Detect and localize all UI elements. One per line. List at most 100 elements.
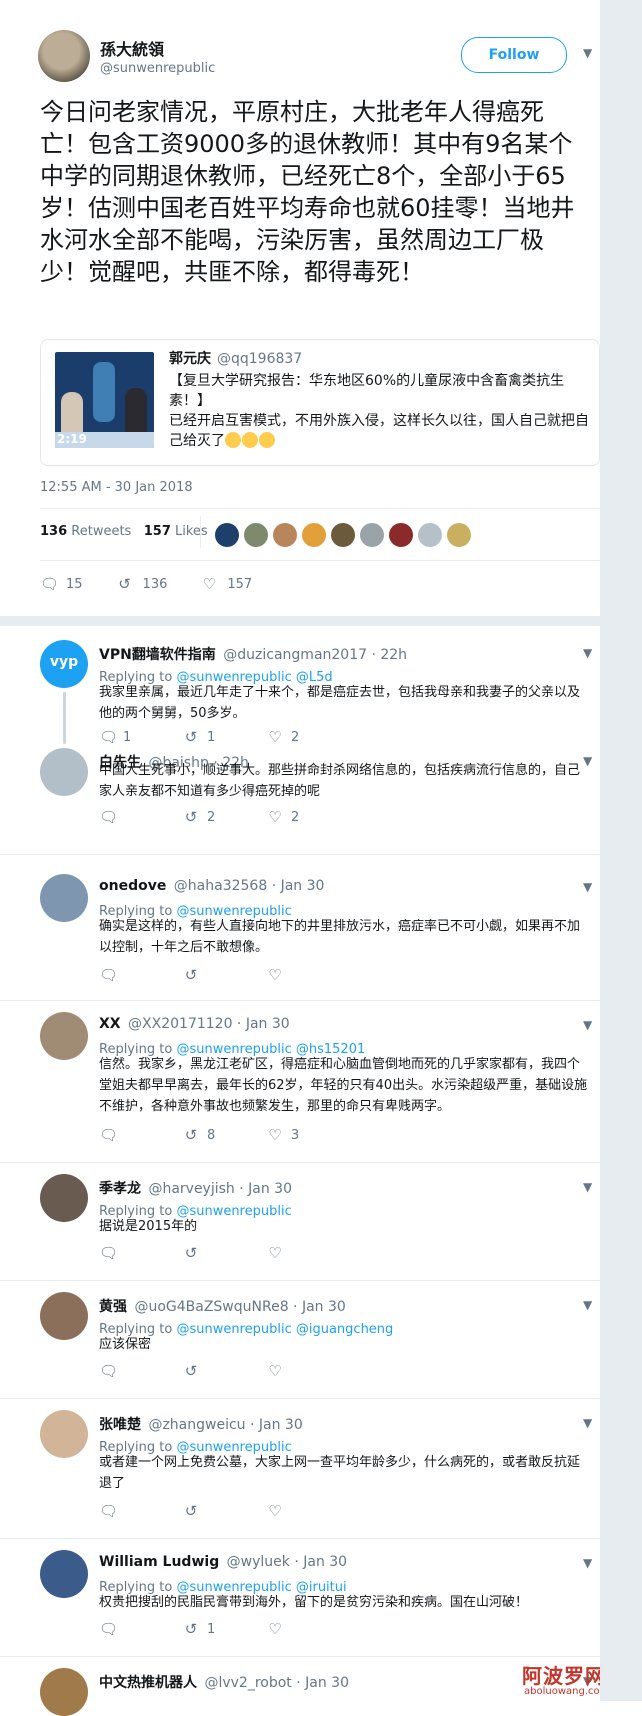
reply-action[interactable]: 🗨 15	[40, 575, 83, 593]
reply-author-handle[interactable]: @wyluek · Jan 30	[227, 1554, 347, 1570]
like-action[interactable]: ♡	[267, 1502, 351, 1520]
heart-icon: ♡	[268, 1244, 282, 1262]
reply-author-name[interactable]: XX	[99, 1016, 121, 1032]
reply-author-handle[interactable]: @zhangweicu · Jan 30	[148, 1417, 302, 1433]
chevron-down-icon[interactable]: ▼	[583, 1416, 592, 1430]
chevron-down-icon[interactable]: ▼	[583, 880, 592, 894]
liker-avatar[interactable]	[418, 523, 442, 547]
reply-avatar[interactable]	[40, 1550, 88, 1598]
retweet-icon: ↺	[184, 966, 198, 984]
chevron-down-icon[interactable]: ▼	[583, 1018, 592, 1032]
retweet-action[interactable]: ↺ 2	[183, 808, 267, 826]
author-avatar[interactable]	[38, 30, 90, 82]
retweet-icon: ↺	[184, 1126, 198, 1144]
reply-author-handle[interactable]: @lvv2_robot · Jan 30	[204, 1675, 349, 1691]
chevron-down-icon[interactable]: ▼	[583, 646, 592, 660]
reply-avatar[interactable]	[40, 1174, 88, 1222]
reply-author-handle[interactable]: @XX20171120 · Jan 30	[128, 1016, 290, 1032]
like-action[interactable]: ♡	[267, 1244, 351, 1262]
reply-actions: 🗨 ↺ 8 ♡ 3	[99, 1126, 351, 1144]
reply-author-name[interactable]: William Ludwig	[99, 1554, 219, 1570]
retweets-label[interactable]: Retweets	[71, 524, 131, 539]
like-action[interactable]: ♡ 2	[267, 808, 351, 826]
retweet-action[interactable]: ↺	[183, 1502, 267, 1520]
like-action[interactable]: ♡	[267, 1362, 351, 1380]
reply-avatar[interactable]	[40, 748, 88, 796]
reply-author-name[interactable]: onedove	[99, 878, 166, 894]
liker-avatar[interactable]	[215, 523, 239, 547]
reply-author-handle[interactable]: @uoG4BaZSwquNRe8 · Jan 30	[134, 1299, 345, 1315]
likes-count[interactable]: 157	[144, 524, 171, 539]
section-separator	[0, 616, 600, 626]
reply-avatar[interactable]	[40, 1410, 88, 1458]
chevron-down-icon[interactable]: ▼	[583, 1180, 592, 1194]
reply-author-name[interactable]: 张唯楚	[99, 1417, 141, 1433]
reply-action[interactable]: 🗨	[99, 1362, 183, 1380]
retweet-action[interactable]: ↺ 136	[117, 575, 167, 593]
reply-author-name[interactable]: 黄强	[99, 1299, 127, 1315]
reply-action[interactable]: 🗨	[99, 966, 183, 984]
retweet-icon: ↺	[184, 1244, 198, 1262]
tweet-page: 孫大統領 @sunwenrepublic Follow ▼ 今日问老家情况，平原…	[0, 0, 609, 1716]
reply-author-handle[interactable]: @harveyjish · Jan 30	[148, 1181, 292, 1197]
chevron-down-icon[interactable]: ▼	[583, 46, 592, 60]
liker-avatar[interactable]	[244, 523, 268, 547]
reply-action[interactable]: 🗨	[99, 1244, 183, 1262]
liker-avatar[interactable]	[273, 523, 297, 547]
like-action[interactable]: ♡ 2	[267, 728, 351, 746]
reply-avatar[interactable]	[40, 874, 88, 922]
retweet-action[interactable]: ↺	[183, 966, 267, 984]
quoted-tweet[interactable]: 2:19 郭元庆 @qq196837 【复旦大学研究报告：华东地区60%的儿童尿液…	[40, 339, 600, 466]
liker-avatar[interactable]	[360, 523, 384, 547]
reply-author-handle[interactable]: @duzicangman2017 · 22h	[223, 647, 407, 663]
retweet-action[interactable]: ↺ 8	[183, 1126, 267, 1144]
chevron-down-icon[interactable]: ▼	[583, 1298, 592, 1312]
reply-action[interactable]: 🗨	[99, 808, 183, 826]
reply-author-name[interactable]: 季孝龙	[99, 1181, 141, 1197]
retweet-icon: ↺	[184, 1620, 198, 1638]
reply-actions: 🗨 ↺ ♡	[99, 1244, 351, 1262]
reply-icon: 🗨	[40, 575, 60, 593]
liker-avatar[interactable]	[302, 523, 326, 547]
retweets-count[interactable]: 136	[40, 524, 67, 539]
like-action[interactable]: ♡ 3	[267, 1126, 351, 1144]
reply-avatar[interactable]	[40, 1292, 88, 1340]
reply-author-handle[interactable]: @haha32568 · Jan 30	[174, 878, 325, 894]
retweet-action[interactable]: ↺ 1	[183, 1620, 267, 1638]
reply-author-name[interactable]: VPN翻墙软件指南	[99, 647, 216, 663]
reply-icon: 🗨	[99, 1244, 119, 1262]
reply-action[interactable]: 🗨 1	[99, 728, 183, 746]
retweet-action[interactable]: ↺ 1	[183, 728, 267, 746]
heart-icon: ♡	[268, 1362, 282, 1380]
chevron-down-icon[interactable]: ▼	[583, 1556, 592, 1570]
likes-label[interactable]: Likes	[175, 524, 208, 539]
reply-action[interactable]: 🗨	[99, 1620, 183, 1638]
retweet-action[interactable]: ↺	[183, 1244, 267, 1262]
like-action[interactable]: ♡	[267, 1620, 351, 1638]
author-name[interactable]: 孫大統領	[100, 36, 164, 60]
reply-header: VPN翻墙软件指南 @duzicangman2017 · 22h	[99, 644, 407, 664]
divider	[0, 1000, 600, 1001]
tweet-timestamp[interactable]: 12:55 AM - 30 Jan 2018	[40, 480, 193, 495]
reply-action[interactable]: 🗨	[99, 1502, 183, 1520]
quoted-tweet-text: 【复旦大学研究报告：华东地区60%的儿童尿液中含畜禽类抗生素！】 已经开启互害模…	[169, 371, 589, 451]
reply-text: 据说是2015年的	[99, 1219, 198, 1234]
reply-action[interactable]: 🗨	[99, 1126, 183, 1144]
reply-header: XX @XX20171120 · Jan 30	[99, 1016, 290, 1032]
liker-avatar[interactable]	[447, 523, 471, 547]
reply-avatar[interactable]	[40, 1012, 88, 1060]
heart-icon: ♡	[202, 575, 217, 593]
liker-avatar[interactable]	[389, 523, 413, 547]
liker-avatar[interactable]	[331, 523, 355, 547]
quoted-author-handle: @qq196837	[217, 351, 303, 367]
quoted-tweet-image[interactable]: 2:19	[55, 352, 154, 448]
retweet-action[interactable]: ↺	[183, 1362, 267, 1380]
reply-author-name[interactable]: 中文热推机器人	[99, 1675, 197, 1691]
follow-button[interactable]: Follow	[461, 37, 567, 73]
like-action[interactable]: ♡	[267, 966, 351, 984]
like-action[interactable]: ♡ 157	[201, 575, 253, 593]
reply-avatar[interactable]	[40, 1668, 88, 1716]
reply-header: 黄强 @uoG4BaZSwquNRe8 · Jan 30	[99, 1296, 346, 1316]
author-handle[interactable]: @sunwenrepublic	[100, 61, 215, 76]
divider	[0, 854, 600, 855]
